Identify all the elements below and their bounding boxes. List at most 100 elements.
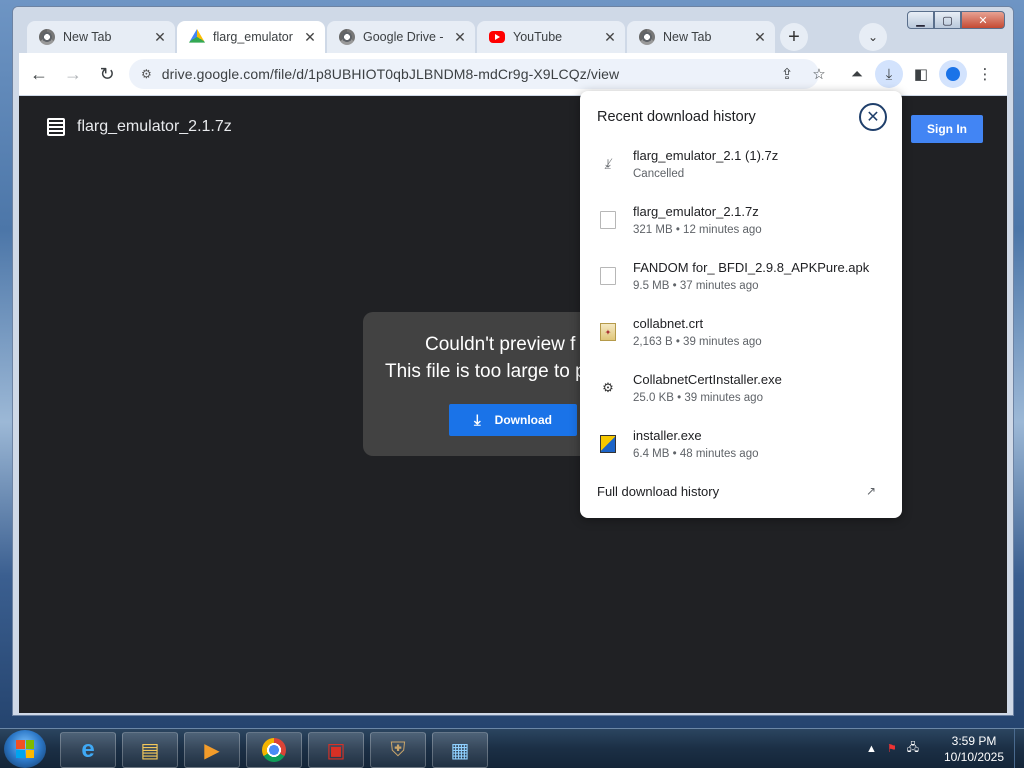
tab-youtube[interactable]: YouTube ✕ [477, 21, 625, 53]
download-item-name: flarg_emulator_2.1.7z [633, 204, 759, 219]
taskbar-app[interactable]: ⛨ [370, 732, 426, 768]
taskbar-control-panel[interactable]: ▦ [432, 732, 488, 768]
tab-label: YouTube [513, 30, 563, 44]
download-item-status: 25.0 KB • 39 minutes ago [633, 392, 763, 404]
download-file-button[interactable]: ⤓ Download [449, 404, 577, 436]
close-icon: ✕ [866, 109, 880, 126]
chrome-icon [639, 29, 655, 45]
tab-new-tab-1[interactable]: New Tab ✕ [27, 21, 175, 53]
address-bar[interactable]: ⚙ drive.google.com/file/d/1p8UBHIOT0qbJL… [129, 59, 819, 89]
reload-icon: ↻ [99, 63, 115, 84]
profile-button[interactable] [939, 60, 967, 88]
taskbar-internet-explorer[interactable]: e [60, 732, 116, 768]
download-item-status: Cancelled [633, 168, 685, 180]
action-center-icon[interactable]: ⚑ [887, 742, 897, 755]
taskbar-chrome[interactable] [246, 732, 302, 768]
arrow-left-icon: ← [30, 63, 48, 84]
clock-time: 3:59 PM [951, 734, 997, 748]
tab-close-icon[interactable]: ✕ [453, 29, 467, 46]
share-button[interactable]: ⇪ [773, 60, 801, 88]
address-url[interactable]: drive.google.com/file/d/1p8UBHIOT0qbJLBN… [162, 66, 620, 82]
download-item-name: collabnet.crt [633, 316, 704, 331]
share-icon: ⇪ [780, 66, 794, 83]
document-icon [47, 118, 65, 136]
site-info-icon[interactable]: ⚙ [141, 67, 152, 81]
minimize-button[interactable]: ▁ [907, 11, 934, 29]
preview-message-line2: This file is too large to p [385, 361, 586, 382]
tab-close-icon[interactable]: ✕ [303, 29, 317, 46]
show-desktop-button[interactable] [1014, 729, 1024, 768]
viewer-header: flarg_emulator_2.1.7z [47, 118, 232, 136]
windows-logo-icon [16, 740, 34, 758]
download-icon: ⤓ [474, 411, 481, 429]
download-item-status: 6.4 MB • 48 minutes ago [633, 448, 759, 460]
star-icon: ☆ [812, 66, 826, 83]
windows-taskbar: e ▤ ▶ ▣ ⛨ ▦ ▲ ⚑ 🖧 3:59 PM 10/10/2025 [0, 728, 1024, 768]
avatar-icon [946, 67, 960, 81]
taskbar-clock[interactable]: 3:59 PM 10/10/2025 [940, 733, 1008, 765]
download-icon: ⤓ [885, 65, 893, 83]
toolbox-icon: ▣ [326, 739, 346, 762]
external-link-icon[interactable]: ↗ [866, 484, 876, 498]
back-button[interactable]: ← [25, 60, 53, 88]
download-item-name: flarg_emulator_2.1 (1).7z [633, 148, 779, 163]
chevron-down-icon: ⌄ [867, 30, 879, 44]
tab-close-icon[interactable]: ✕ [153, 29, 167, 46]
full-download-history-link[interactable]: Full download history [597, 484, 719, 499]
download-item-name: FANDOM for_ BFDI_2.9.8_APKPure.apk [633, 260, 870, 275]
download-item[interactable]: ✦ collabnet.crt 2,163 B • 39 minutes ago [580, 316, 902, 366]
maximize-button[interactable]: ▢ [934, 11, 961, 29]
chrome-icon [262, 738, 286, 762]
preview-message-line1: Couldn't preview f [425, 334, 576, 355]
side-panel-button[interactable]: ◧ [907, 60, 935, 88]
app-icon: ⛨ [390, 738, 406, 761]
reload-button[interactable]: ↻ [93, 60, 121, 88]
google-drive-icon [189, 29, 205, 43]
download-item[interactable]: ⤓̸ flarg_emulator_2.1 (1).7z Cancelled [580, 148, 902, 198]
tab-search-button[interactable]: ⌄ [859, 23, 887, 51]
new-tab-button[interactable]: + [780, 23, 808, 51]
start-button[interactable] [4, 730, 46, 768]
system-tray: ▲ ⚑ 🖧 [866, 739, 929, 758]
popup-title: Recent download history [597, 109, 756, 125]
download-item[interactable]: ⚙ CollabnetCertInstaller.exe 25.0 KB • 3… [580, 372, 902, 422]
control-panel-icon: ▦ [450, 739, 470, 762]
forward-button[interactable]: → [59, 60, 87, 88]
download-item[interactable]: installer.exe 6.4 MB • 48 minutes ago [580, 428, 902, 478]
download-item[interactable]: flarg_emulator_2.1.7z 321 MB • 12 minute… [580, 204, 902, 254]
cancelled-download-icon: ⤓̸ [605, 156, 611, 171]
tab-new-tab-2[interactable]: New Tab ✕ [627, 21, 775, 53]
toolbar-actions: ⇪ ☆ ⏶ ⤓ ◧ ⋮ [769, 60, 999, 88]
taskbar-media-player[interactable]: ▶ [184, 732, 240, 768]
tab-google-drive[interactable]: Google Drive - ✕ [327, 21, 475, 53]
tab-label: Google Drive - [363, 30, 444, 44]
download-item[interactable]: FANDOM for_ BFDI_2.9.8_APKPure.apk 9.5 M… [580, 260, 902, 310]
network-icon[interactable]: 🖧 [907, 739, 919, 758]
bookmark-button[interactable]: ☆ [805, 60, 833, 88]
exe-icon [600, 435, 616, 453]
tab-close-icon[interactable]: ✕ [753, 29, 767, 46]
tab-flarg-emulator[interactable]: flarg_emulator ✕ [177, 21, 325, 53]
exe-icon: ⚙ [600, 379, 616, 397]
show-hidden-icons-icon[interactable]: ▲ [866, 743, 877, 755]
tab-close-icon[interactable]: ✕ [603, 29, 617, 46]
download-item-status: 9.5 MB • 37 minutes ago [633, 280, 759, 292]
internet-explorer-icon: e [81, 736, 95, 763]
download-item-status: 321 MB • 12 minutes ago [633, 224, 762, 236]
media-player-icon: ▶ [204, 739, 220, 762]
file-icon [600, 211, 616, 229]
close-window-button[interactable]: ✕ [961, 11, 1005, 29]
sign-in-button[interactable]: Sign In [911, 115, 983, 143]
window-controls: ▁ ▢ ✕ [907, 11, 1005, 29]
taskbar-file-explorer[interactable]: ▤ [122, 732, 178, 768]
downloads-button[interactable]: ⤓ [875, 60, 903, 88]
popup-close-button[interactable]: ✕ [859, 103, 887, 131]
side-panel-icon: ◧ [913, 66, 929, 83]
taskbar-toolbox[interactable]: ▣ [308, 732, 364, 768]
labs-button[interactable]: ⏶ [843, 60, 871, 88]
download-button-label: Download [494, 413, 552, 427]
kebab-menu-icon: ⋮ [977, 66, 993, 83]
chrome-icon [39, 29, 55, 45]
menu-button[interactable]: ⋮ [971, 60, 999, 88]
youtube-icon [489, 31, 505, 43]
